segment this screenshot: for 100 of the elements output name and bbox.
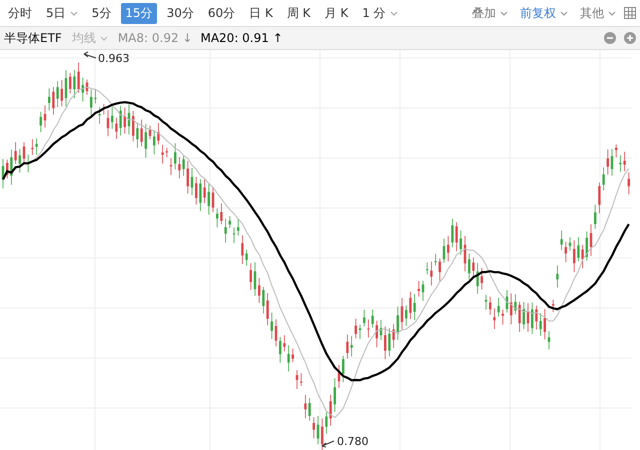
security-name: 半导体ETF (4, 30, 62, 46)
candlestick (40, 111, 42, 133)
candlestick (111, 106, 114, 130)
candlestick (526, 302, 530, 332)
candlestick (190, 168, 194, 196)
candlestick (170, 158, 172, 176)
period-tab[interactable]: 分时 (4, 2, 36, 24)
high-price-label: 0.963 (98, 52, 130, 65)
candlestick (69, 72, 72, 94)
candlestick (384, 326, 386, 360)
candlestick (132, 110, 134, 142)
candlestick (316, 416, 320, 445)
candlestick (460, 230, 462, 256)
candlestick (594, 204, 596, 230)
caret-icon (560, 10, 568, 16)
candlestick (610, 148, 614, 176)
candlestick (250, 262, 252, 290)
option-menu[interactable]: 其他 (576, 2, 620, 24)
candlestick (212, 186, 214, 212)
candlestick (166, 147, 168, 158)
candlestick (216, 208, 218, 228)
candlestick (94, 88, 97, 104)
low-price-label: 0.780 (337, 435, 368, 448)
candlestick (102, 104, 105, 116)
candlestick (354, 318, 357, 339)
candlestick (174, 142, 176, 170)
ma-value: MA20: 0.91 ↑ (200, 31, 283, 45)
candlestick (438, 258, 441, 282)
candlestick (195, 176, 198, 205)
candlestick (573, 240, 576, 273)
caret-icon (500, 10, 508, 16)
candlestick (300, 372, 302, 386)
candlestick (279, 336, 282, 364)
period-tab[interactable]: 5日 (42, 2, 82, 24)
candlestick (422, 280, 424, 302)
candlestick (586, 231, 588, 262)
period-tab[interactable]: 日 K (245, 2, 277, 24)
candlestick (376, 320, 378, 348)
period-tab[interactable]: 60分 (204, 2, 240, 24)
period-tab[interactable]: 月 K (320, 2, 352, 24)
period-tab[interactable]: 30分 (162, 2, 198, 24)
candlestick (522, 301, 525, 330)
candlestick (531, 302, 534, 334)
candlestick (148, 125, 152, 140)
candlestick (606, 149, 609, 176)
candlestick (258, 278, 260, 304)
option-menu[interactable]: 叠加 (468, 2, 512, 24)
candlestick (321, 418, 324, 450)
candlestick (44, 105, 46, 128)
candlestick (254, 262, 256, 296)
candlestick (590, 224, 592, 256)
candlestick (615, 144, 618, 158)
caret-icon (100, 36, 108, 40)
zoom-out-icon[interactable] (604, 32, 616, 44)
candlestick (464, 236, 466, 272)
candlestick (426, 262, 428, 275)
period-tab[interactable]: 周 K (282, 2, 314, 24)
caret-icon (70, 10, 78, 16)
candlestick (363, 309, 366, 327)
zoom-in-icon[interactable] (624, 32, 636, 44)
caret-icon (608, 10, 616, 16)
candlestick (22, 142, 26, 164)
candlestick (552, 299, 554, 313)
caret-icon (390, 10, 398, 16)
candlestick (296, 370, 298, 390)
candlestick (128, 104, 130, 135)
candlestick (153, 130, 156, 155)
candlestick (396, 306, 399, 340)
candlestick (334, 378, 336, 412)
candlestick (98, 106, 101, 124)
candlestick (358, 324, 362, 340)
grid-icon[interactable] (624, 7, 636, 19)
candlestick (442, 238, 446, 264)
candlestick (568, 236, 572, 251)
candlestick (228, 216, 231, 229)
candlestick (270, 312, 273, 340)
candlestick (400, 298, 404, 330)
candlestick (510, 293, 512, 325)
candlestick (628, 172, 630, 195)
option-menu[interactable]: 前复权 (516, 2, 572, 24)
high-arrow (84, 52, 96, 58)
candlestick (489, 296, 492, 316)
candlestick (468, 253, 470, 280)
candlestick (502, 309, 504, 326)
candlestick (2, 158, 4, 189)
candlestick (560, 230, 563, 250)
period-tab[interactable]: 5分 (88, 2, 116, 24)
ma-value: MA8: 0.92 ↓ (118, 31, 192, 45)
candlestick (208, 182, 210, 216)
candlestick (342, 355, 344, 383)
candlestick (556, 265, 559, 288)
candlestick (124, 107, 126, 134)
candlestick (480, 267, 483, 290)
period-tab[interactable]: 1 分 (358, 2, 402, 24)
candlestick (418, 280, 420, 297)
low-arrow (322, 440, 334, 448)
candlestick (564, 241, 567, 263)
candlestick (48, 88, 50, 111)
candlestick (186, 160, 189, 194)
candlestick (86, 79, 88, 96)
